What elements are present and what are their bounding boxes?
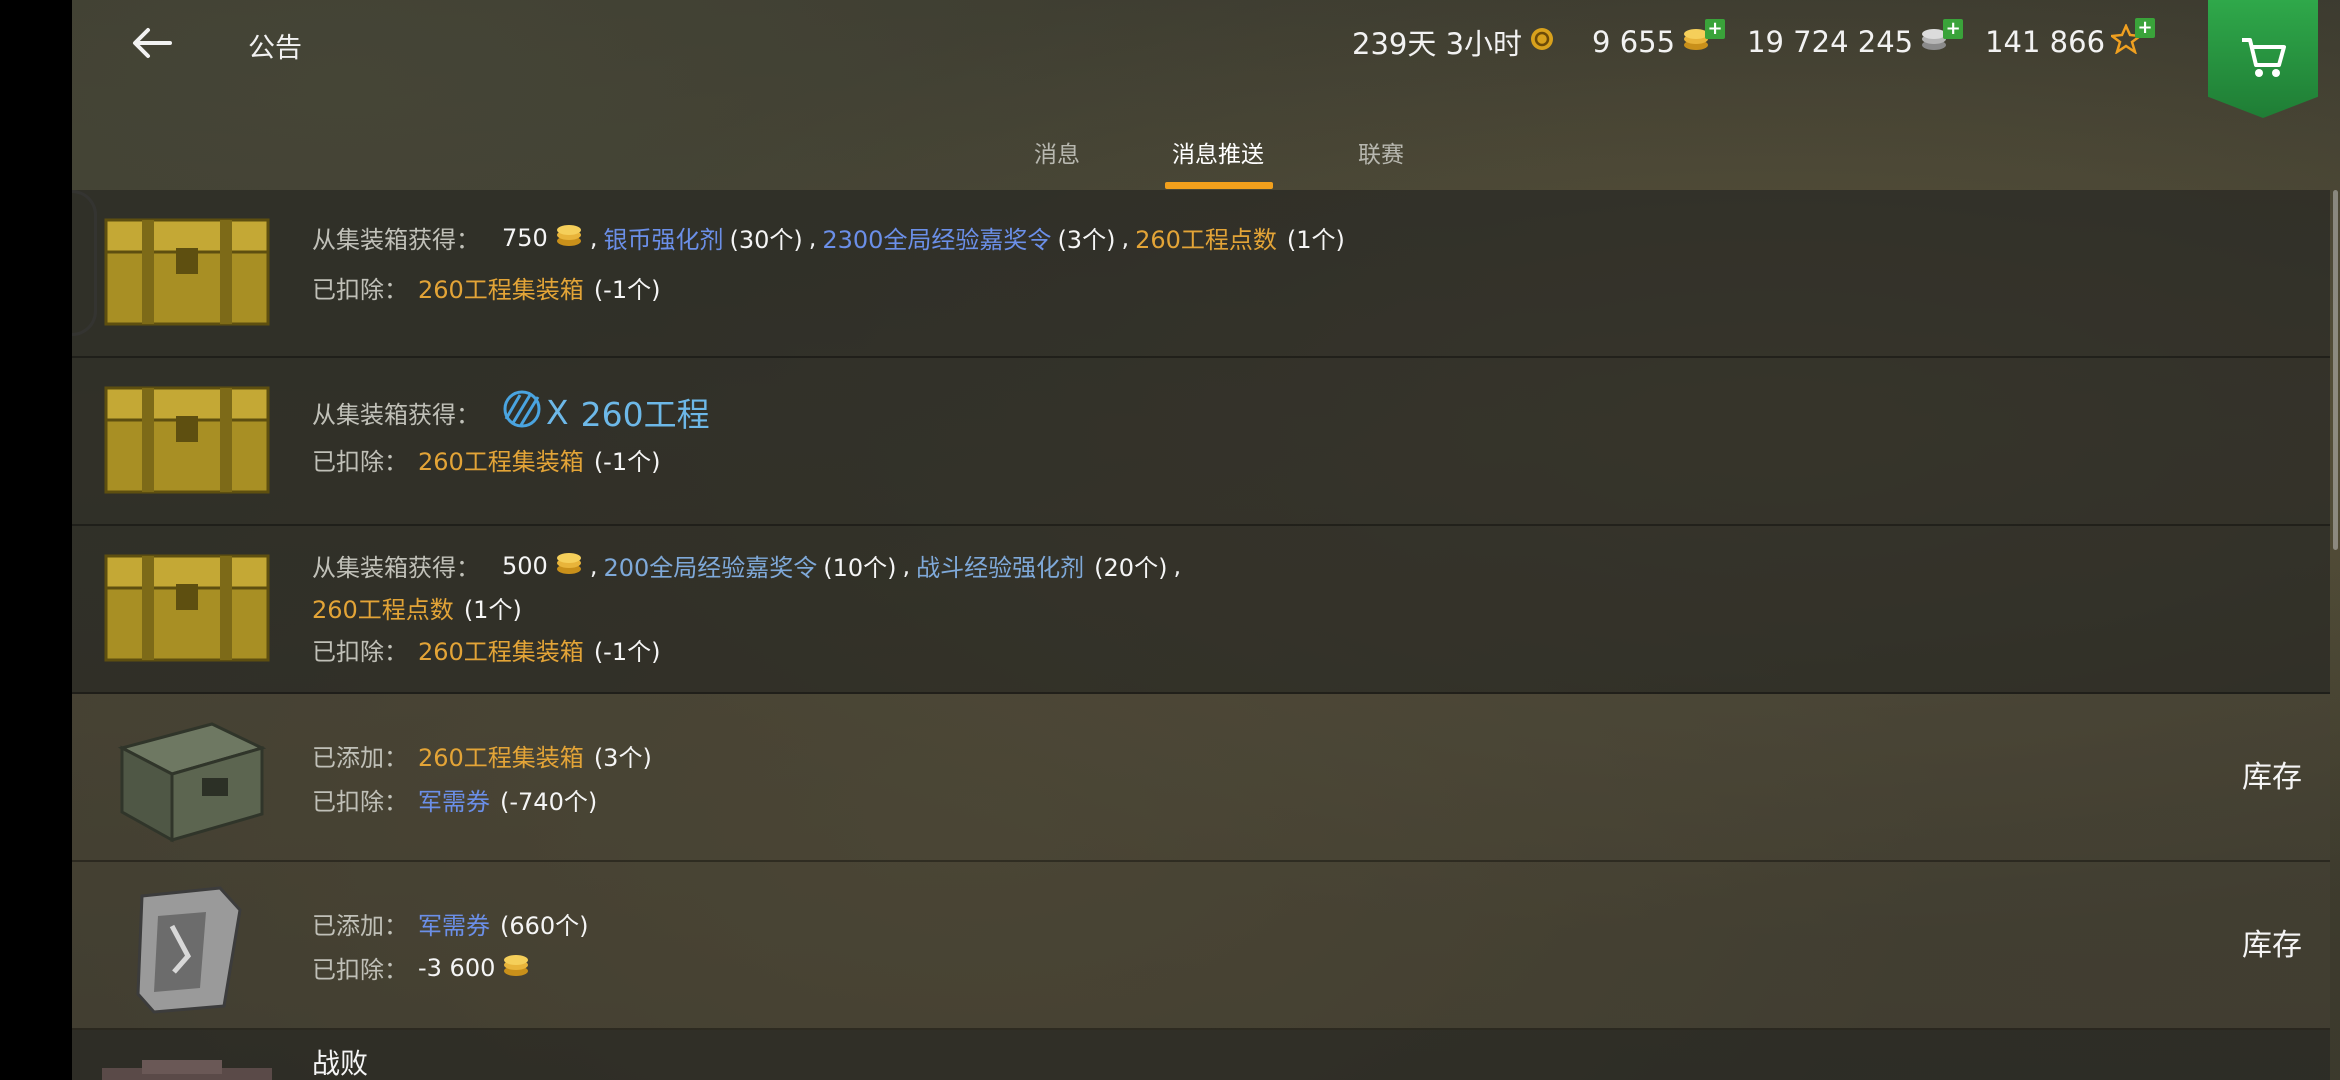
scrollbar[interactable] [2333,190,2338,550]
reward-item-3: 260工程点数 [1135,226,1277,254]
deducted-label: 已扣除： [312,638,408,666]
deducted-qty: (-1个) [593,276,661,304]
deducted-item: 260工程集装箱 [418,638,584,666]
inventory-button[interactable]: 库存 [2242,920,2302,964]
reward-qty-3: (1个) [1286,226,1345,254]
added-item: 260工程集装箱 [418,744,584,772]
added-qty: (3个) [593,744,652,772]
message-list[interactable]: 从集装箱获得： 750 , 银币强化剂 (30个) , 2300全局经验嘉奖令 … [72,190,2340,1080]
premium-badge-icon [1528,25,1556,60]
tab-league[interactable]: 联赛 [1358,135,1404,169]
deducted-label: 已扣除： [312,276,408,304]
back-arrow-icon[interactable] [122,18,182,68]
reward-item-1: 200全局经验嘉奖令 [603,554,818,582]
gold-balance[interactable]: 9 655 + [1592,18,1726,60]
obtained-label: 从集装箱获得： [312,226,480,254]
obtained-line: 从集装箱获得： 750 , 银币强化剂 (30个) , 2300全局经验嘉奖令 … [312,220,1345,255]
gold-coin-icon [501,951,531,976]
obtained-line-cont: 260工程点数 (1个) [312,590,522,625]
deducted-line: 已扣除： 260工程集装箱 (-1个) [312,270,660,305]
reward-item-2: 2300全局经验嘉奖令 [822,226,1052,254]
deducted-label: 已扣除： [312,448,408,476]
header: 公告 239天 3小时 9 655 + 19 724 245 + 141 866… [72,0,2340,190]
list-item: 从集装箱获得： X 260工程 已扣除： 260工程集装箱 (-1个) [72,358,2330,526]
currency-bar: 239天 3小时 9 655 + 19 724 245 + 141 866 + [1352,17,2177,63]
tank-thumbnail-icon [102,1050,272,1080]
reward-item-3: 260工程点数 [312,596,454,624]
added-label: 已添加： [312,744,408,772]
golden-container-icon [102,548,272,668]
supply-ticket-icon [102,876,272,1016]
deducted-qty: (-1个) [593,638,661,666]
list-item: 已添加： 军需券 (660个) 已扣除： -3 600 库存 [72,862,2330,1030]
added-line: 已添加： 260工程集装箱 (3个) [312,738,652,773]
reward-qty-1: (30个) [729,226,803,254]
tank-class-icon [500,389,544,435]
added-label: 已添加： [312,912,408,940]
obtained-line: 从集装箱获得： X 260工程 [312,388,710,436]
gold-coin-icon [554,549,584,574]
reward-qty-2: (20个) [1094,554,1168,582]
added-item: 军需券 [418,912,490,940]
list-item: 已添加： 260工程集装箱 (3个) 已扣除： 军需券 (-740个) 库存 [72,694,2330,862]
deducted-qty: (-1个) [593,448,661,476]
add-free-xp-button[interactable]: + [2135,17,2156,38]
added-qty: (660个) [500,912,589,940]
gold-value: 9 655 [1592,25,1676,59]
shopping-cart-icon [2239,35,2287,83]
inventory-button[interactable]: 库存 [2242,752,2302,796]
deducted-item: 260工程集装箱 [418,276,584,304]
silver-value: 19 724 245 [1747,25,1914,59]
golden-container-icon [102,212,272,332]
list-item: 从集装箱获得： 500 , 200全局经验嘉奖令 (10个) , 战斗经验强化剂… [72,526,2330,694]
deducted-label: 已扣除： [312,788,408,816]
deducted-label: 已扣除： [312,956,408,984]
silver-balance[interactable]: 19 724 245 + [1747,18,1964,60]
premium-time-value: 239天 3小时 [1352,27,1523,61]
list-item: 战败 [72,1030,2330,1080]
tank-name: 260工程 [580,395,710,434]
gold-amount: 750 [502,223,548,252]
battle-result-title: 战败 [312,1042,368,1080]
tab-bar: 消息 消息推送 联赛 [72,125,2340,190]
gold-amount: 500 [502,551,548,580]
deducted-amount: -3 600 [418,953,496,982]
reward-qty-3: (1个) [463,596,522,624]
free-xp-value: 141 866 [1985,25,2106,59]
obtained-label: 从集装箱获得： [312,554,480,582]
active-tab-indicator [1165,182,1273,189]
reward-item-2: 战斗经验强化剂 [916,554,1085,582]
list-item: 从集装箱获得： 750 , 银币强化剂 (30个) , 2300全局经验嘉奖令 … [72,190,2330,358]
gold-coin-icon [554,221,584,246]
free-xp-balance[interactable]: 141 866 + [1985,17,2156,61]
add-silver-button[interactable]: + [1943,18,1964,39]
tank-tier: X [546,392,569,432]
premium-time[interactable]: 239天 3小时 [1352,21,1556,63]
tab-messages[interactable]: 消息 [1034,135,1080,169]
deducted-line: 已扣除： 260工程集装箱 (-1个) [312,442,660,477]
battle-result-text: 战败 [312,1047,369,1080]
reward-qty-1: (10个) [823,554,897,582]
obtained-line: 从集装箱获得： 500 , 200全局经验嘉奖令 (10个) , 战斗经验强化剂… [312,548,1187,583]
deducted-line: 已扣除： 260工程集装箱 (-1个) [312,632,660,667]
obtained-label: 从集装箱获得： [312,400,480,429]
tab-push-messages[interactable]: 消息推送 [1172,135,1264,169]
app-screen: 公告 239天 3小时 9 655 + 19 724 245 + 141 866… [72,0,2340,1080]
deducted-item: 军需券 [418,788,490,816]
shop-button[interactable] [2208,0,2318,118]
deducted-item: 260工程集装箱 [418,448,584,476]
page-title: 公告 [248,33,302,64]
added-line: 已添加： 军需券 (660个) [312,906,589,941]
reward-item-1: 银币强化剂 [603,226,724,254]
golden-container-icon [102,380,272,500]
steel-container-icon [102,708,272,848]
reward-qty-2: (3个) [1057,226,1116,254]
deducted-line: 已扣除： 军需券 (-740个) [312,782,597,817]
deducted-line: 已扣除： -3 600 [312,950,531,985]
add-gold-button[interactable]: + [1705,18,1726,39]
deducted-qty: (-740个) [500,788,598,816]
